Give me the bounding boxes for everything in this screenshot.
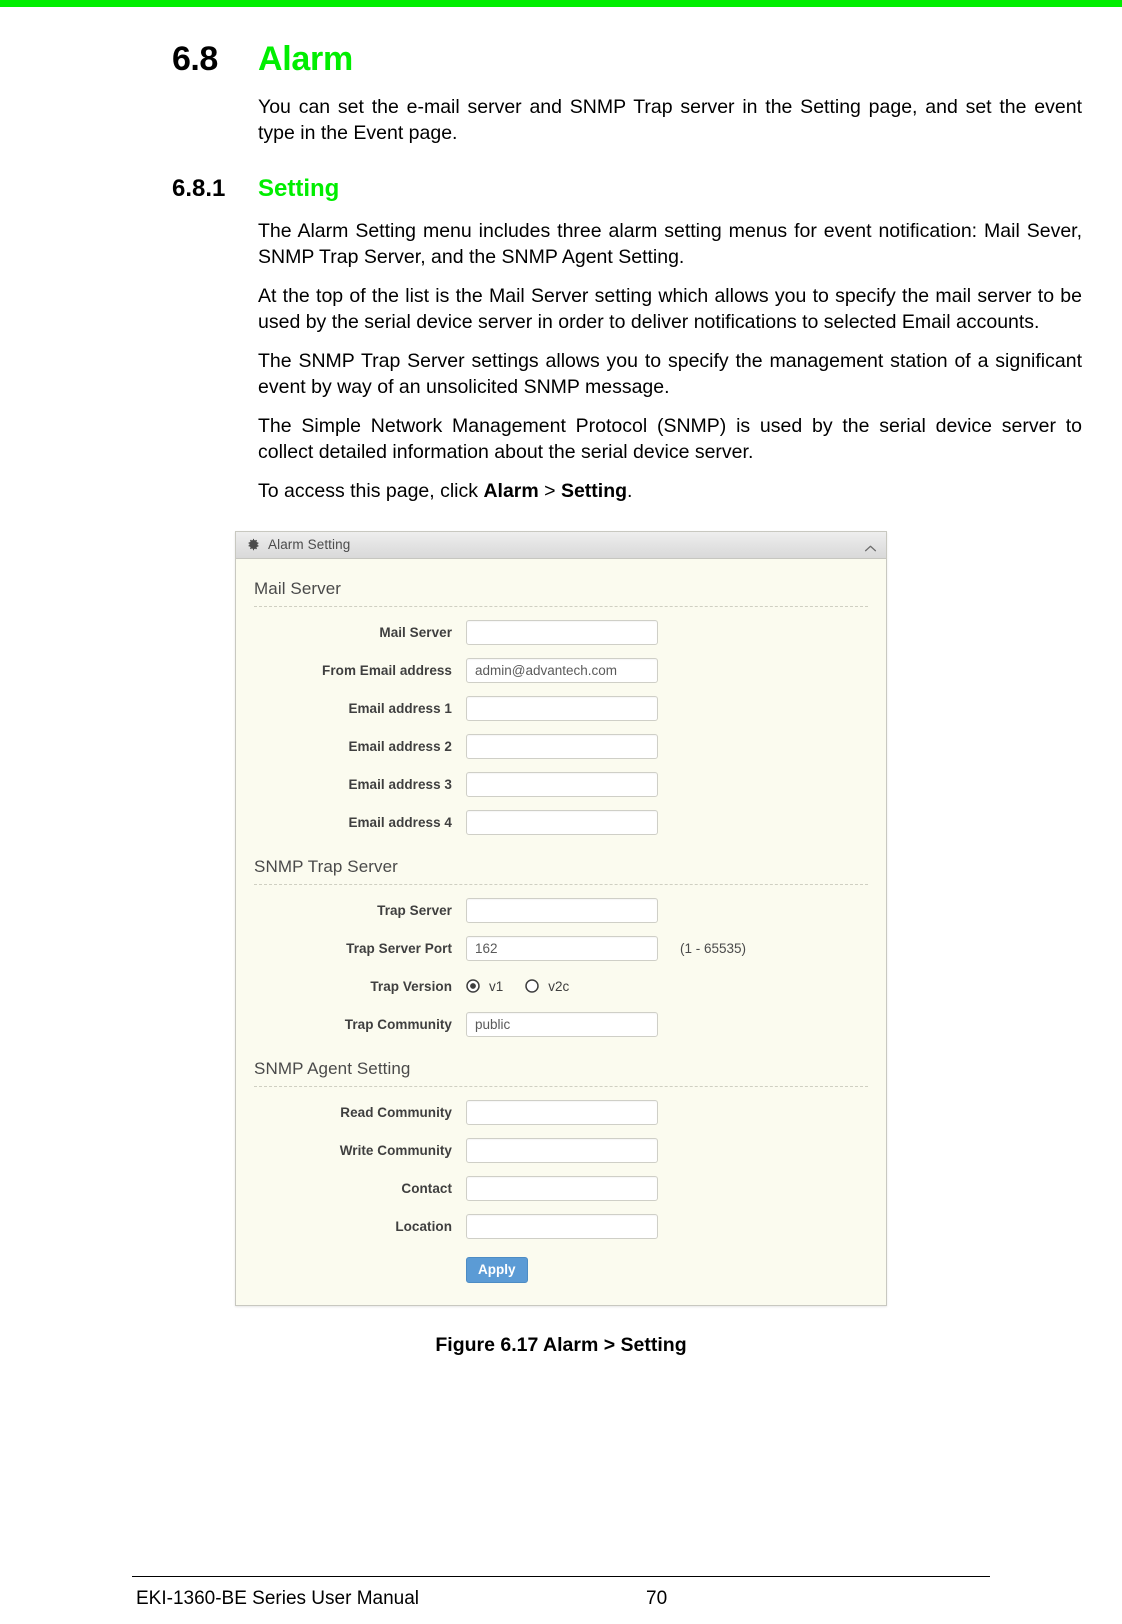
paragraph-3: The SNMP Trap Server settings allows you… [258,350,1082,398]
write-community-input[interactable] [466,1137,658,1163]
subsection-heading-title: Setting [258,175,340,202]
mail-server-input[interactable] [466,619,658,645]
subsection-heading-number: 6.8.1 [172,175,226,202]
section-divider [254,1085,868,1087]
paragraph-1: The Alarm Setting menu includes three al… [258,220,1082,268]
apply-button[interactable]: Apply [466,1256,528,1283]
field-label-write-community: Write Community [339,1142,452,1158]
field-row: Read Community [250,1099,872,1125]
field-label-email-address-4: Email address 4 [348,814,452,830]
email-address-3-input[interactable] [466,771,658,797]
from-email-address-input[interactable] [466,657,658,683]
panel-header: Alarm Setting [236,531,886,559]
trap-community-input[interactable] [466,1011,658,1037]
trap-version-label-v2c: v2c [548,978,570,994]
contact-input[interactable] [466,1175,658,1201]
field-row: Trap Version v1 v2c [250,974,872,999]
footer-manual-title: EKI-1360-BE Series User Manual [136,1588,420,1609]
section-title: SNMP Agent Setting [254,1058,411,1078]
footer-page-number: 70 [646,1588,668,1609]
section-title: Mail Server [254,578,342,598]
field-label-email-address-2: Email address 2 [348,738,452,754]
paragraph-4: The Simple Network Management Protocol (… [258,415,1082,463]
page-content: 6.8 Alarm You can set the e-mail server … [0,7,1122,1357]
trap-version-option-v1[interactable]: v1 [466,979,503,994]
section-snmp-trap-server: SNMP Trap Server Trap Server Trap Server… [250,857,872,1037]
field-label-trap-server: Trap Server [377,902,452,918]
access-menu-alarm: Alarm [483,480,539,502]
field-label-trap-server-port: Trap Server Port [346,940,452,956]
subsection-heading: 6.8.1 Setting [0,175,1122,203]
top-green-rule [0,0,1122,7]
field-row: Mail Server [250,619,872,645]
section-divider [254,883,868,885]
section-heading-number: 6.8 [172,40,218,78]
field-label-email-address-1: Email address 1 [348,700,452,716]
field-row: From Email address [250,657,872,683]
panel-body: Mail Server Mail Server From Email addre… [236,558,886,1305]
field-row: Email address 3 [250,771,872,797]
access-separator: > [538,480,561,502]
field-label-contact: Contact [401,1180,452,1196]
access-suffix: . [627,480,633,502]
trap-server-port-input[interactable] [466,935,658,961]
apply-row: Apply [250,1256,872,1283]
field-label-mail-server: Mail Server [379,624,452,640]
figure-caption: Figure 6.17 Alarm > Setting [435,1333,687,1356]
apply-spacer [250,1257,466,1283]
trap-version-option-v2c[interactable]: v2c [525,979,569,994]
section-mail-server: Mail Server Mail Server From Email addre… [250,579,872,835]
field-row: Trap Server Port (1 - 65535) [250,935,872,961]
gear-icon [247,538,260,551]
section-divider [254,605,868,607]
trap-version-radio-group: v1 v2c [466,974,591,999]
alarm-setting-panel: Alarm Setting Mail Server Mail Server Fr… [235,530,887,1306]
access-prefix: To access this page, click [258,480,484,502]
radio-unselected-icon [525,979,540,993]
field-row: Trap Server [250,897,872,923]
field-label-location: Location [395,1218,452,1234]
panel-title: Alarm Setting [268,537,351,552]
field-row: Write Community [250,1137,872,1163]
trap-version-label-v1: v1 [489,978,504,994]
field-row: Email address 4 [250,809,872,835]
read-community-input[interactable] [466,1099,658,1125]
body-block: The Alarm Setting menu includes three al… [258,219,1082,505]
field-label-read-community: Read Community [340,1104,452,1120]
field-row: Location [250,1213,872,1239]
location-input[interactable] [466,1213,658,1239]
trap-server-input[interactable] [466,897,658,923]
access-instruction: To access this page, click Alarm > Setti… [258,479,1082,505]
field-row: Email address 2 [250,733,872,759]
field-row: Trap Community [250,1011,872,1037]
email-address-2-input[interactable] [466,733,658,759]
section-heading-title: Alarm [258,40,353,78]
footer-divider [132,1576,990,1577]
field-label-from-email-address: From Email address [322,662,452,678]
figure-screenshot: Alarm Setting Mail Server Mail Server Fr… [0,530,1122,1306]
trap-server-port-range-hint: (1 - 65535) [680,940,747,956]
radio-selected-icon [466,979,480,993]
field-row: Email address 1 [250,695,872,721]
access-menu-setting: Setting [560,480,628,502]
field-label-trap-community: Trap Community [344,1016,452,1032]
email-address-4-input[interactable] [466,809,658,835]
chevron-up-icon[interactable] [864,540,877,552]
section-title: SNMP Trap Server [254,856,398,876]
intro-block: You can set the e-mail server and SNMP T… [258,95,1082,146]
email-address-1-input[interactable] [466,695,658,721]
field-label-trap-version: Trap Version [370,978,452,994]
page-footer: EKI-1360-BE Series User Manual 70 [0,1576,1122,1624]
section-snmp-agent-setting: SNMP Agent Setting Read Community Write … [250,1059,872,1283]
section-heading: 6.8 Alarm [0,40,1122,79]
paragraph-2: At the top of the list is the Mail Serve… [258,285,1082,333]
field-label-email-address-3: Email address 3 [348,776,452,792]
intro-paragraph: You can set the e-mail server and SNMP T… [258,96,1082,144]
field-row: Contact [250,1175,872,1201]
